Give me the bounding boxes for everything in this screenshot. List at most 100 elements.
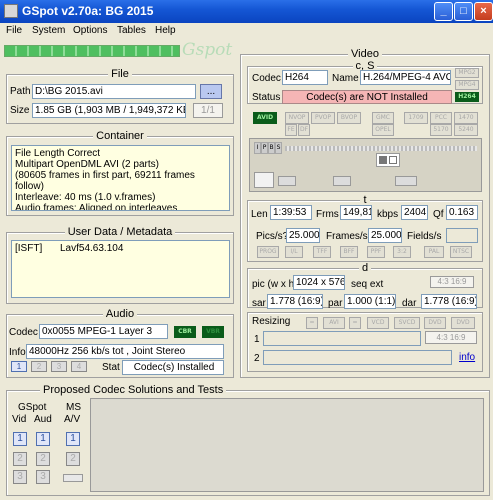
audio-stream-1[interactable]: 1 [11, 361, 27, 372]
av-label: A/V [64, 414, 81, 425]
pics-label: Pics/s? [256, 231, 289, 242]
ms-solution-2[interactable]: 2 [66, 452, 80, 466]
sar-label: sar [252, 298, 266, 309]
browse-button[interactable]: ... [200, 84, 222, 99]
audio-stream-2[interactable]: 2 [31, 361, 47, 372]
aud-solution-1[interactable]: 1 [36, 432, 50, 446]
gspot-label: GSpot [18, 402, 47, 413]
fields-field [446, 228, 478, 243]
screen-icon[interactable] [254, 172, 274, 188]
kbps-label: kbps [377, 209, 399, 220]
container-line: File Length Correct [15, 148, 101, 159]
resize-dvd-1[interactable]: DVD [424, 317, 446, 329]
vid-label: Vid [12, 414, 27, 425]
menu-tables[interactable]: Tables [117, 25, 146, 36]
progress-bar [4, 45, 180, 57]
resize-row-2-label: 2 [254, 353, 260, 364]
pic-field: 1024 x 576 [293, 275, 345, 290]
video-group-title: Video [348, 48, 382, 60]
vid-solution-2[interactable]: 2 [13, 452, 27, 466]
1470-flag: 1470 [454, 112, 478, 124]
codec-solutions-area [90, 398, 484, 492]
gop-left-marker [278, 176, 296, 186]
video-codec-label: Codec [252, 73, 281, 84]
opel-flag: OPEL [372, 124, 394, 136]
d-subgroup-title: d [358, 262, 372, 274]
il-flag: I/L [285, 246, 303, 258]
close-button[interactable]: × [474, 2, 493, 21]
audio-info-label: Info [9, 347, 26, 358]
vid-solution-1[interactable]: 1 [13, 432, 27, 446]
audio-stream-4[interactable]: 4 [71, 361, 87, 372]
userdata-value: Lavf54.63.104 [60, 243, 124, 254]
video-status-field: Codec(s) are NOT Installed [282, 90, 452, 104]
container-line: Multipart OpenDML AVI (2 parts) [15, 159, 159, 170]
ms-solution-1[interactable]: 1 [66, 432, 80, 446]
userdata-info: [ISFT] Lavf54.63.104 [11, 240, 230, 298]
resize-eq-2[interactable]: = [349, 317, 361, 329]
pvop-flag: PVOP [311, 112, 335, 124]
resize-dvd-2[interactable]: DVD [451, 317, 475, 329]
userdata-group-title: User Data / Metadata [64, 226, 176, 238]
5170-flag: 5170 [430, 124, 452, 136]
bff-flag: BFF [340, 246, 358, 258]
container-line: Interleave: 40 ms (1.0 v.frames) [15, 192, 156, 203]
menu-help[interactable]: Help [155, 25, 176, 36]
app-icon [4, 4, 18, 18]
codec-solutions-title: Proposed Codec Solutions and Tests [40, 384, 227, 396]
fe-flag: FE [285, 124, 297, 136]
aud-solution-3[interactable]: 3 [36, 470, 50, 484]
path-field[interactable]: D:\BG 2015.avi [32, 84, 196, 99]
gop-transition-icon [376, 153, 400, 167]
maximize-button[interactable]: □ [454, 2, 473, 21]
menu-bar: File System Options Tables Help [0, 23, 493, 40]
pcc-flag: PCC [430, 112, 452, 124]
userdata-tag: [ISFT] [15, 243, 43, 254]
menu-file[interactable]: File [6, 25, 22, 36]
nvop-flag: NVOP [285, 112, 309, 124]
container-line: Audio frames: Aligned on interleaves [15, 203, 178, 211]
h264-flag: H264 [455, 92, 479, 102]
fields-label: Fields/s [407, 231, 442, 242]
pic-label: pic (w x h) [252, 279, 298, 290]
resize-avi[interactable]: AVI [323, 317, 345, 329]
path-label: Path [10, 86, 31, 97]
frame-type-p: P [261, 142, 268, 154]
frames-label: Frames/s? [326, 231, 374, 242]
ntsc-flag: NTSC [450, 246, 472, 258]
vbr-flag: VBR [202, 326, 224, 338]
file-group-title: File [108, 68, 132, 80]
aud-solution-2[interactable]: 2 [36, 452, 50, 466]
bvop-flag: BVOP [337, 112, 361, 124]
mpg2-flag: MPG2 [455, 68, 479, 78]
resize-svcd[interactable]: SVCD [394, 317, 420, 329]
df-flag: DF [298, 124, 310, 136]
ms-solution-slot [63, 474, 83, 482]
menu-system[interactable]: System [32, 25, 65, 36]
frms-field: 149,81 [340, 205, 372, 220]
video-name-label: Name [332, 73, 359, 84]
video-name-field: H.264/MPEG-4 AVC [360, 70, 451, 85]
audio-info-field: 48000Hz 256 kb/s tot , Joint Stereo [26, 344, 224, 359]
seqext-label: seq ext [351, 279, 384, 290]
mpg4-flag: MPG4 [455, 80, 479, 90]
vid-solution-3[interactable]: 3 [13, 470, 27, 484]
aud-label: Aud [34, 414, 52, 425]
kbps-field: 2404 [401, 205, 428, 220]
len-field: 1:39:53 [270, 205, 312, 220]
sar-field: 1.778 (16:9) [267, 294, 323, 309]
info-link[interactable]: info [459, 352, 475, 363]
frame-type-b: B [268, 142, 275, 154]
audio-stat-field: Codec(s) Installed [122, 360, 224, 375]
resize-row-1-field [263, 331, 421, 346]
menu-options[interactable]: Options [73, 25, 107, 36]
resize-vcd[interactable]: VCD [367, 317, 389, 329]
frame-type-s: S [275, 142, 282, 154]
minimize-button[interactable]: _ [434, 2, 453, 21]
len-label: Len [251, 209, 268, 220]
seqext-field: 4:3 16:9 [430, 276, 474, 288]
title-bar: GSpot v2.70a: BG 2015 _ □ × [0, 0, 493, 23]
audio-stream-3[interactable]: 3 [51, 361, 67, 372]
resize-eq-1[interactable]: = [306, 317, 318, 329]
dar-label: dar [402, 298, 417, 309]
